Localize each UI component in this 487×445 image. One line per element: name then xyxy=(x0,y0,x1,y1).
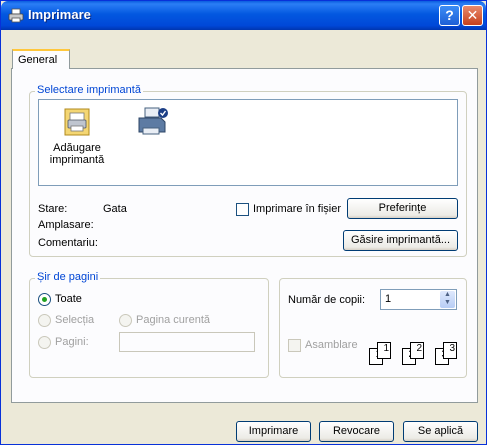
status-value: Gata xyxy=(103,203,127,215)
printer-item-default[interactable] xyxy=(133,106,173,138)
window-title: Imprimare xyxy=(28,7,91,22)
collate-page-icon: 3 xyxy=(443,342,457,359)
help-button[interactable]: ? xyxy=(439,5,460,26)
copies-label: Număr de copii: xyxy=(288,294,366,306)
radio-current-page-label[interactable]: Pagina curentă xyxy=(136,314,210,326)
collate-label[interactable]: Asamblare xyxy=(305,339,358,351)
printer-item-label-line2: imprimantă xyxy=(49,154,105,166)
location-label: Amplasare: xyxy=(38,219,94,231)
spinner-arrows-icon[interactable]: ▲ ▼ xyxy=(440,291,455,308)
copies-value: 1 xyxy=(385,293,392,305)
comment-label: Comentariu: xyxy=(38,237,98,249)
radio-all-pages-label[interactable]: Toate xyxy=(55,293,82,305)
tab-general[interactable]: General xyxy=(12,49,70,69)
find-printer-button[interactable]: Găsire imprimantă... xyxy=(343,230,458,251)
close-button[interactable]: ✕ xyxy=(462,5,483,26)
collate-checkbox[interactable] xyxy=(288,339,301,352)
printer-item-add[interactable]: Adăugare imprimantă xyxy=(47,106,107,166)
group-label-page-range: Șir de pagini xyxy=(35,271,101,283)
collate-page-icon: 2 xyxy=(410,342,424,359)
cancel-button[interactable]: Revocare xyxy=(319,421,394,442)
apply-button[interactable]: Se aplică xyxy=(403,421,478,442)
radio-selected-dot xyxy=(42,297,47,302)
copies-stepper[interactable]: 1 ▲ ▼ xyxy=(380,289,457,310)
pages-input[interactable] xyxy=(119,332,255,352)
printer-icon xyxy=(8,8,24,23)
radio-pages-label[interactable]: Pagini: xyxy=(55,336,89,348)
group-label-printer: Selectare imprimantă xyxy=(35,84,143,96)
print-button[interactable]: Imprimare xyxy=(236,421,311,442)
add-printer-icon xyxy=(64,108,90,136)
radio-selection-label[interactable]: Selecția xyxy=(55,314,94,326)
radio-pages[interactable] xyxy=(38,336,51,349)
preferences-button[interactable]: Preferințe xyxy=(347,198,458,219)
radio-current-page[interactable] xyxy=(119,314,132,327)
collate-page-icon: 1 xyxy=(377,342,391,359)
status-label: Stare: xyxy=(38,203,68,215)
printer-icon xyxy=(138,107,168,135)
print-to-file-label[interactable]: Imprimare în fișier xyxy=(253,203,341,215)
title-bar[interactable]: Imprimare ? ✕ xyxy=(1,1,486,30)
print-dialog: Imprimare ? ✕ General Selectare impriman… xyxy=(0,0,487,445)
radio-selection[interactable] xyxy=(38,314,51,327)
radio-all-pages[interactable] xyxy=(38,293,51,306)
printer-list: Adăugare imprimantă xyxy=(38,99,458,186)
print-to-file-checkbox[interactable] xyxy=(236,203,249,216)
printer-item-label-line1: Adăugare xyxy=(53,142,101,154)
